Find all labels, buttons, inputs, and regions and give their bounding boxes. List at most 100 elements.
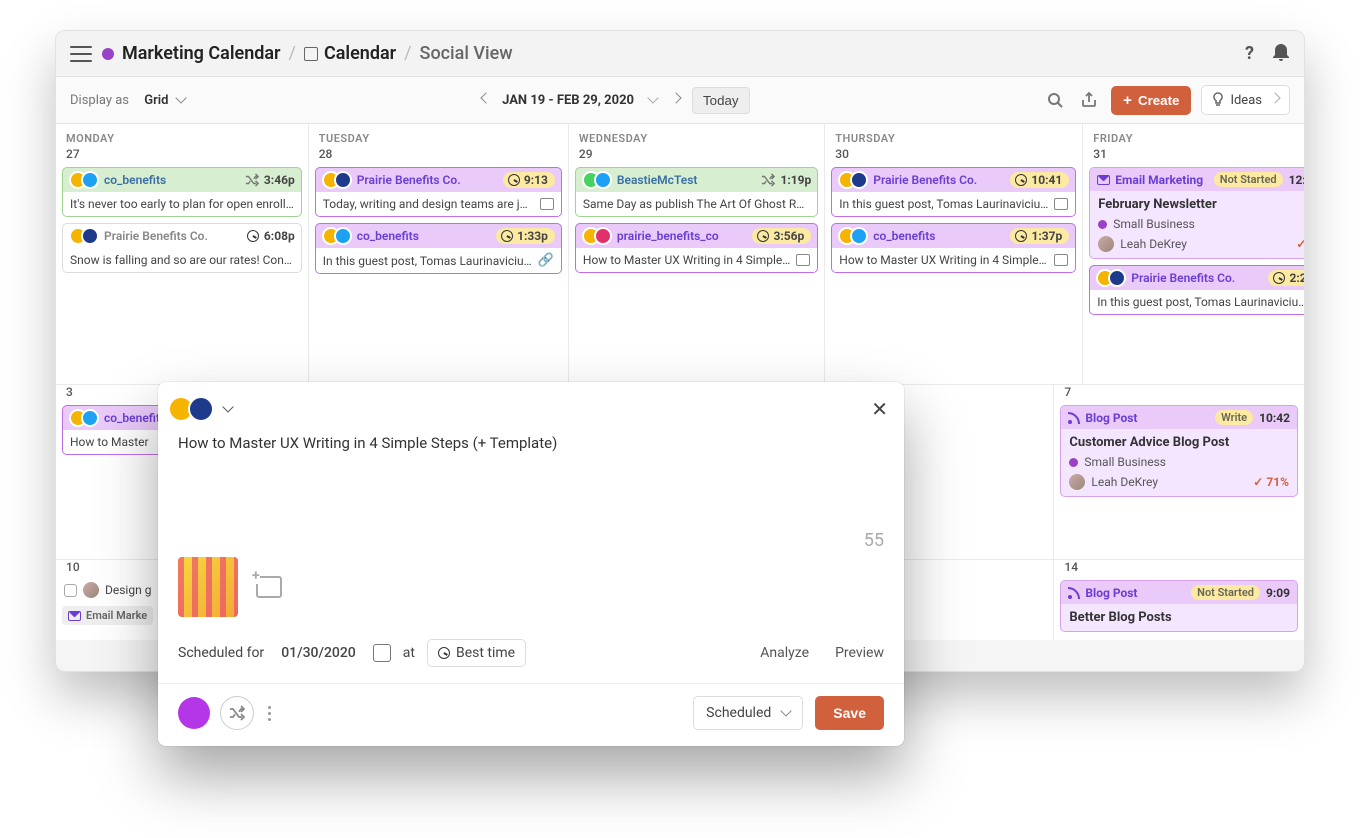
post-snippet: How to Master UX Writing in 4 Simple… (839, 253, 1046, 267)
prev-range-icon[interactable] (480, 92, 491, 103)
day-column[interactable]: TUESDAY 28 Prairie Benefits Co. 9:13 Tod… (309, 124, 569, 384)
account-avatar-icon (594, 227, 612, 245)
social-post[interactable]: Prairie Benefits Co. 10:41 In this guest… (831, 167, 1076, 217)
compose-modal: ✕ How to Master UX Writing in 4 Simple S… (158, 382, 904, 746)
account-avatar-icon (81, 171, 99, 189)
calendar-icon (304, 47, 318, 61)
social-post[interactable]: co_benefits 3:46p It's never too early t… (62, 167, 302, 217)
best-time-button[interactable]: Best time (427, 639, 526, 667)
shuffle-icon (761, 173, 775, 187)
social-post[interactable]: prairie_benefits_co 3:56p How to Master … (575, 223, 818, 273)
day-column[interactable]: 7 Blog Post Write 10:42 Customer Advice … (1054, 384, 1304, 559)
display-mode-select[interactable]: Display as Grid (70, 93, 185, 108)
attached-image-thumbnail[interactable] (178, 557, 238, 617)
event-type: Blog Post (1085, 586, 1137, 600)
day-of-week-label: THURSDAY (825, 124, 1082, 147)
image-attachment-icon (1054, 254, 1068, 266)
clock-icon (1015, 230, 1027, 242)
account-avatar-icon (188, 396, 214, 422)
next-range-icon[interactable] (670, 92, 681, 103)
social-post[interactable]: co_benefits 1:33p In this guest post, To… (315, 223, 562, 274)
close-icon[interactable]: ✕ (871, 399, 888, 419)
social-post[interactable]: Prairie Benefits Co. 9:13 Today, writing… (315, 167, 562, 217)
calendar-toolbar: Display as Grid JAN 19 - FEB 29, 2020 To… (56, 77, 1304, 124)
clock-icon (501, 230, 513, 242)
email-icon (68, 611, 81, 621)
breadcrumb-calendar[interactable]: Calendar (304, 43, 396, 64)
clock-icon (1015, 174, 1027, 186)
day-number: 28 (309, 147, 568, 167)
social-post[interactable]: co_benefits 1:37p How to Master UX Writi… (831, 223, 1076, 273)
day-column[interactable]: THURSDAY 30 Prairie Benefits Co. 10:41 I… (825, 124, 1083, 384)
account-name: Prairie Benefits Co. (104, 229, 242, 243)
workspace-color-dot (102, 48, 114, 60)
breadcrumb-root[interactable]: Marketing Calendar (122, 43, 281, 64)
color-label-dot[interactable] (178, 697, 210, 729)
post-snippet: It's never too early to plan for open en… (70, 197, 294, 211)
assignee-name: Leah DeKrey (1120, 237, 1187, 251)
date-range-dropdown-icon[interactable] (647, 92, 658, 103)
day-column[interactable]: WEDNESDAY 29 BeastieMcTest 1:19p Same Da… (569, 124, 825, 384)
day-column[interactable]: MONDAY 27 co_benefits 3:46p It's never t… (56, 124, 309, 384)
assignee-name: Leah DeKrey (1091, 475, 1158, 489)
clock-icon (508, 174, 520, 186)
status-select[interactable]: Scheduled (693, 696, 803, 730)
breadcrumb-leaf[interactable]: Social View (420, 43, 513, 64)
account-name: Prairie Benefits Co. (1131, 271, 1263, 285)
social-post[interactable]: BeastieMcTest 1:19p Same Day as publish … (575, 167, 818, 217)
help-icon[interactable]: ? (1245, 43, 1254, 64)
compose-text[interactable]: How to Master UX Writing in 4 Simple Ste… (158, 430, 904, 530)
day-number: 30 (825, 147, 1082, 167)
account-name: Prairie Benefits Co. (357, 173, 498, 187)
shuffle-button[interactable] (220, 696, 254, 730)
app-header: Marketing Calendar / Calendar / Social V… (56, 31, 1304, 77)
account-name: co_benefits (104, 173, 240, 187)
collapsed-event[interactable]: Email Marke (62, 606, 153, 625)
date-range-label[interactable]: JAN 19 - FEB 29, 2020 (502, 93, 634, 108)
create-button[interactable]: +Create (1111, 86, 1191, 115)
menu-icon[interactable] (70, 46, 92, 62)
event-title: Customer Advice Blog Post (1069, 435, 1289, 450)
account-name: BeastieMcTest (617, 173, 757, 187)
share-icon[interactable] (1077, 88, 1101, 112)
preview-link[interactable]: Preview (835, 645, 884, 661)
calendar-event[interactable]: Email Marketing Not Started 12:38p Febru… (1089, 167, 1305, 259)
today-button[interactable]: Today (692, 87, 750, 114)
scheduled-time-pill: 9:13 (503, 172, 555, 188)
event-status-badge: Write (1215, 410, 1253, 425)
account-selector[interactable] (174, 396, 232, 422)
ideas-button[interactable]: Ideas (1201, 85, 1290, 115)
calendar-event[interactable]: Blog Post Write 10:42 Customer Advice Bl… (1060, 405, 1298, 497)
color-label-dot (1098, 220, 1107, 229)
post-snippet: Same Day as publish The Art Of Ghost R… (583, 197, 804, 211)
account-avatar-icon (334, 227, 352, 245)
day-number: 7 (1054, 385, 1304, 405)
notifications-icon[interactable] (1272, 41, 1290, 66)
day-number: 14 (1054, 560, 1304, 580)
post-snippet: Snow is falling and so are our rates! Co… (70, 253, 292, 267)
scheduled-date[interactable]: 01/30/2020 (276, 642, 361, 664)
blog-icon (1068, 412, 1080, 424)
checkbox-icon[interactable] (64, 584, 77, 597)
day-column[interactable]: FRIDAY 31 Email Marketing Not Started 12… (1083, 124, 1305, 384)
social-post[interactable]: Prairie Benefits Co. 6:08p Snow is falli… (62, 223, 302, 273)
account-avatar-icon (334, 171, 352, 189)
chevron-down-icon (176, 92, 187, 103)
account-avatar-icon (81, 227, 99, 245)
analyze-link[interactable]: Analyze (760, 645, 809, 661)
social-post[interactable]: Prairie Benefits Co. 2:27p In this guest… (1089, 265, 1305, 315)
date-picker-icon[interactable] (373, 644, 391, 662)
post-snippet: In this guest post, Tomas Laurinaviciu… (839, 197, 1048, 211)
task-title: Design g (105, 583, 151, 597)
account-avatar-icon (1108, 269, 1126, 287)
account-avatar-icon (850, 171, 868, 189)
add-media-icon[interactable] (256, 576, 282, 598)
more-options-icon[interactable] (264, 702, 275, 725)
day-column[interactable]: 14 Blog Post Not Started 9:09 Better Blo… (1054, 559, 1304, 640)
save-button[interactable]: Save (815, 696, 884, 730)
chevron-right-icon (1269, 92, 1280, 103)
search-icon[interactable] (1043, 88, 1067, 112)
calendar-event[interactable]: Blog Post Not Started 9:09 Better Blog P… (1060, 580, 1298, 632)
day-of-week-label: TUESDAY (309, 124, 568, 147)
event-time: 12:38p (1289, 173, 1305, 187)
